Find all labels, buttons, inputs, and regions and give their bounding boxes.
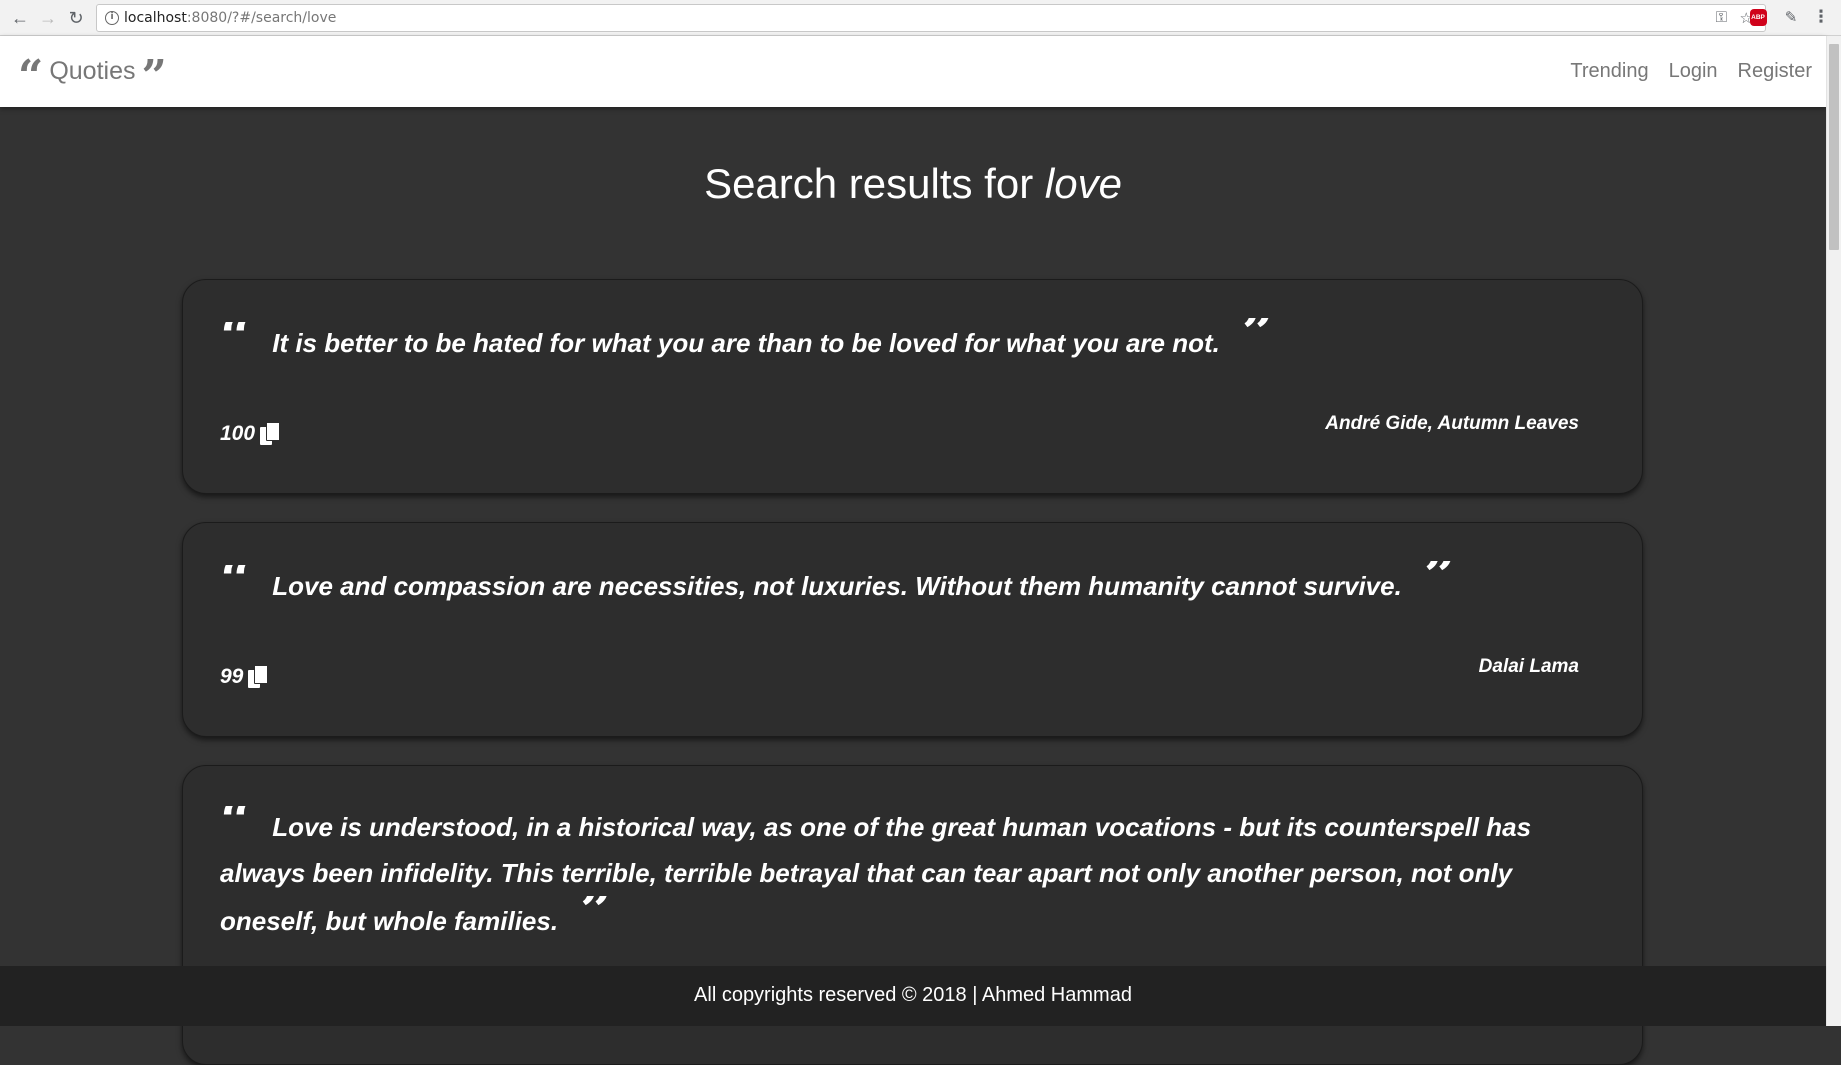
copy-count-value: 99 [220, 665, 244, 688]
key-icon[interactable]: ⚿ [1716, 9, 1727, 26]
nav-login-link[interactable]: Login [1669, 60, 1718, 83]
quote-card: “ It is better to be hated for what you a… [182, 279, 1643, 494]
menu-icon[interactable]: ⋮ [1812, 7, 1830, 26]
nav-trending-link[interactable]: Trending [1570, 60, 1648, 83]
quote-text-block: “ It is better to be hated for what you a… [220, 318, 1602, 366]
site-navbar: “ Quoties ” Trending Login Register [0, 36, 1826, 107]
scrollbar-thumb[interactable] [1829, 44, 1839, 250]
site-footer: All copyrights reserved © 2018 | Ahmed H… [0, 966, 1826, 1026]
copy-count[interactable]: 99 [220, 665, 269, 689]
copy-icon[interactable] [260, 422, 281, 446]
quote-text: Love and compassion are necessities, not… [272, 571, 1402, 601]
quote-card: “ Love and compassion are necessities, no… [182, 522, 1643, 737]
page-title: Search results for love [0, 160, 1826, 208]
copy-count-value: 100 [220, 422, 256, 445]
nav-links: Trending Login Register [1550, 60, 1812, 83]
quote-close-icon: ” [1423, 561, 1457, 595]
quote-text: Love is understood, in a historical way,… [220, 812, 1532, 936]
copy-count[interactable]: 100 [220, 422, 281, 446]
address-bar[interactable]: i localhost:8080/?#/search/love ⚿ ☆ [96, 4, 1766, 32]
footer-text: All copyrights reserved © 2018 | Ahmed H… [694, 984, 1132, 1006]
copy-icon[interactable] [248, 665, 269, 689]
url-path: :8080/?#/search/love [186, 10, 337, 26]
quote-right-icon: ” [141, 55, 167, 87]
reload-icon[interactable]: ↻ [64, 6, 88, 30]
quote-text: It is better to be hated for what you ar… [272, 328, 1220, 358]
page-scrollbar[interactable] [1826, 36, 1841, 1026]
quote-left-icon: “ [18, 55, 44, 87]
back-icon[interactable]: ← [8, 6, 32, 30]
title-prefix: Search results for [704, 160, 1045, 207]
quote-open-icon: “ [220, 322, 253, 356]
quote-open-icon: “ [220, 565, 253, 599]
brand-link[interactable]: “ Quoties ” [18, 55, 167, 87]
quote-author: Dalai Lama [1478, 656, 1579, 677]
quote-text-block: “ Love and compassion are necessities, no… [220, 561, 1602, 609]
adblock-icon[interactable]: ABP [1749, 8, 1767, 26]
browser-toolbar: ← → ↻ i localhost:8080/?#/search/love ⚿ … [0, 0, 1841, 36]
nav-register-link[interactable]: Register [1738, 60, 1812, 83]
adblock-label: ABP [1749, 8, 1767, 26]
forward-icon[interactable]: → [36, 6, 60, 30]
info-icon[interactable]: i [105, 11, 119, 25]
quote-close-icon: ” [1241, 318, 1275, 352]
quote-open-icon: “ [220, 806, 253, 840]
quote-close-icon: ” [580, 896, 613, 930]
brand-name: Quoties [49, 56, 136, 85]
url-text[interactable]: localhost:8080/?#/search/love [124, 10, 336, 26]
eyedropper-icon[interactable]: ✎ [1782, 8, 1800, 26]
quote-text-block: “Love is understood, in a historical way… [220, 804, 1602, 944]
search-term: love [1044, 160, 1122, 207]
url-host: localhost [124, 10, 187, 26]
quote-author: André Gide, Autumn Leaves [1325, 413, 1579, 434]
